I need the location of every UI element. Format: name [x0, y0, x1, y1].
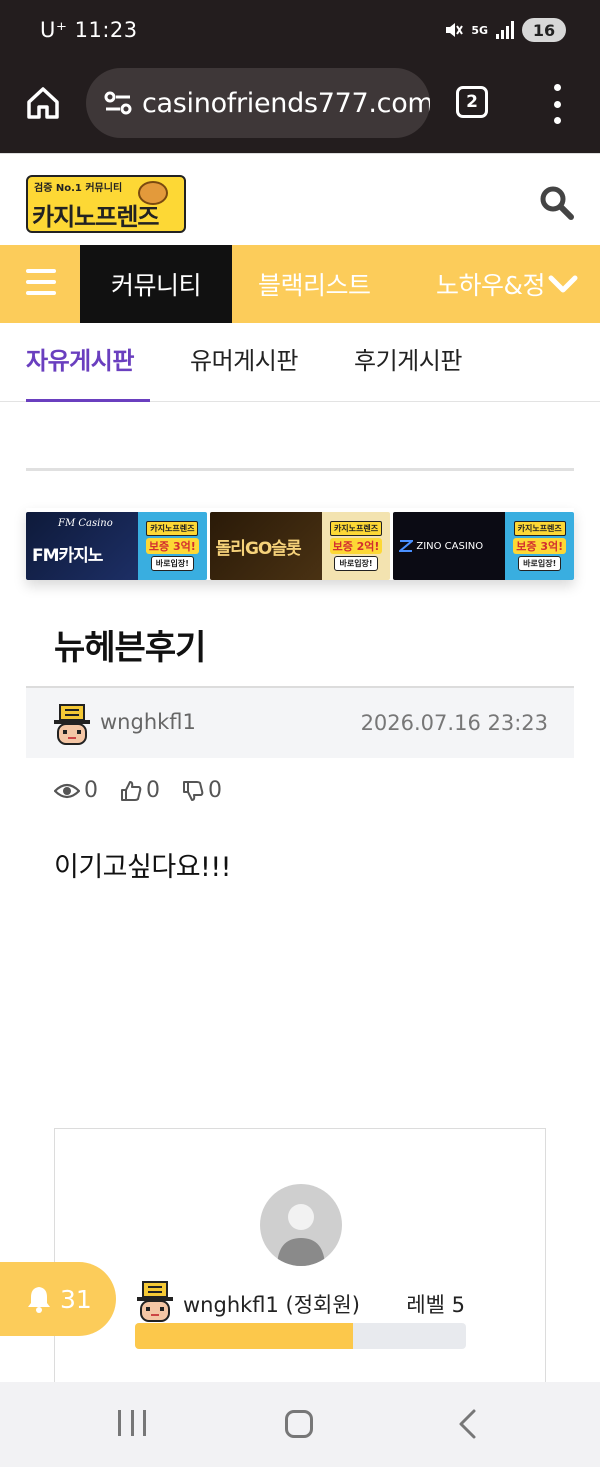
more-menu-icon[interactable] [550, 84, 564, 124]
main-nav: 커뮤니티 블랙리스트 노하우&정 [0, 245, 600, 323]
site-logo[interactable]: 검증 No.1 커뮤니티 카지노프렌즈 [26, 175, 186, 233]
tab-free-board[interactable]: 자유게시판 [26, 341, 134, 376]
post-title: 뉴헤븐후기 [54, 628, 206, 668]
banner-dolligo-slot[interactable]: 돌리GO슬롯 카지노프렌즈 보증 2억! 바로입장! [209, 512, 391, 580]
post-body: 이기고싶다요!!! [54, 852, 232, 883]
like-count: 0 [146, 778, 160, 803]
status-icons: 5G 16 [443, 18, 566, 42]
like-button[interactable]: 0 [120, 778, 160, 803]
post-date: 2026.07.16 23:23 [360, 711, 548, 735]
level-progress-bar [135, 1323, 466, 1349]
home-nav-icon[interactable] [285, 1410, 313, 1438]
system-nav-bar [0, 1382, 600, 1467]
avatar [137, 1281, 173, 1322]
banner-subtitle: FM Casino [58, 518, 113, 529]
signal-icon [496, 21, 514, 39]
tab-review-board[interactable]: 후기게시판 [354, 341, 462, 376]
url-text: casinofriends777.com [142, 87, 430, 119]
dislike-button[interactable]: 0 [182, 778, 222, 803]
notification-button[interactable]: 31 [0, 1262, 116, 1336]
eye-icon [54, 783, 80, 798]
chevron-down-icon[interactable] [548, 272, 578, 296]
home-icon[interactable] [24, 84, 62, 122]
back-icon[interactable] [454, 1408, 482, 1440]
battery-level: 16 [532, 20, 556, 40]
banner-cta: 바로입장! [150, 556, 194, 571]
tab-switcher-button[interactable]: 2 [456, 86, 488, 118]
network-label: 5G [471, 23, 488, 37]
banner-cta: 바로입장! [334, 556, 378, 571]
notification-count: 31 [60, 1284, 92, 1314]
status-bar: U⁺ 11:23 5G 16 [0, 0, 600, 62]
default-user-icon [277, 1204, 325, 1266]
banner-title: 돌리GO슬롯 [215, 538, 302, 559]
zino-logo-icon [399, 540, 414, 552]
post-meta: wnghkfl1 2026.07.16 23:23 [26, 686, 574, 758]
divider [26, 468, 574, 471]
card-author-row: wnghkfl1 (정회원) 레벨 5 [135, 1277, 465, 1327]
card-author-name: wnghkfl1 (정회원) [183, 1293, 360, 1317]
carrier-time: U⁺ 11:23 [40, 18, 138, 42]
banner-row: FM Casino FM카지노 카지노프렌즈 보증 3억! 바로입장! 돌리GO… [26, 508, 575, 580]
nav-item-community[interactable]: 커뮤니티 [80, 245, 232, 323]
site-header: 검증 No.1 커뮤니티 카지노프렌즈 [0, 153, 600, 245]
search-icon[interactable] [538, 184, 574, 220]
bell-icon [28, 1287, 50, 1313]
banner-logo: 카지노프렌즈 [513, 521, 566, 536]
banner-bonus: 보증 3억! [513, 538, 567, 554]
post-stats: 0 0 0 [54, 778, 222, 803]
nav-item-blacklist[interactable]: 블랙리스트 [258, 245, 371, 323]
tab-humor-board[interactable]: 유머게시판 [190, 341, 298, 376]
banner-logo: 카지노프렌즈 [329, 521, 383, 536]
author-name[interactable]: wnghkfl1 [100, 710, 196, 734]
view-count-value: 0 [84, 778, 98, 803]
site-settings-icon[interactable] [102, 88, 134, 118]
banner-fm-casino[interactable]: FM Casino FM카지노 카지노프렌즈 보증 3억! 바로입장! [26, 512, 207, 580]
address-bar[interactable]: casinofriends777.com [86, 68, 430, 138]
banner-cta: 바로입장! [518, 556, 562, 571]
menu-icon[interactable] [26, 269, 56, 295]
browser-toolbar: casinofriends777.com 2 [0, 62, 600, 153]
banner-title: ZINO CASINO [416, 540, 484, 552]
banner-bonus: 보증 2억! [329, 538, 383, 554]
banner-title: FM카지노 [32, 545, 103, 566]
thumbs-up-icon [121, 780, 142, 801]
logo-subtitle: 검증 No.1 커뮤니티 [34, 183, 123, 194]
view-count: 0 [54, 778, 98, 803]
profile-picture [260, 1184, 342, 1266]
recents-icon[interactable] [118, 1410, 146, 1436]
thumbs-down-icon [183, 780, 204, 801]
logo-text: 카지노프렌즈 [32, 203, 159, 231]
mute-icon [446, 23, 464, 37]
banner-bonus: 보증 3억! [145, 538, 199, 554]
nav-item-knowhow[interactable]: 노하우&정 [436, 245, 546, 323]
sub-tabs: 자유게시판 유머게시판 후기게시판 [0, 323, 600, 402]
banner-zino-casino[interactable]: ZINO CASINO 카지노프렌즈 보증 3억! 바로입장! [393, 512, 575, 580]
active-tab-indicator [26, 399, 150, 402]
card-level: 레벨 5 [406, 1293, 465, 1317]
avatar[interactable] [52, 704, 92, 746]
battery-icon: 16 [522, 18, 566, 42]
level-progress-fill [135, 1323, 354, 1349]
dislike-count: 0 [208, 778, 222, 803]
banner-logo: 카지노프렌즈 [146, 521, 199, 536]
